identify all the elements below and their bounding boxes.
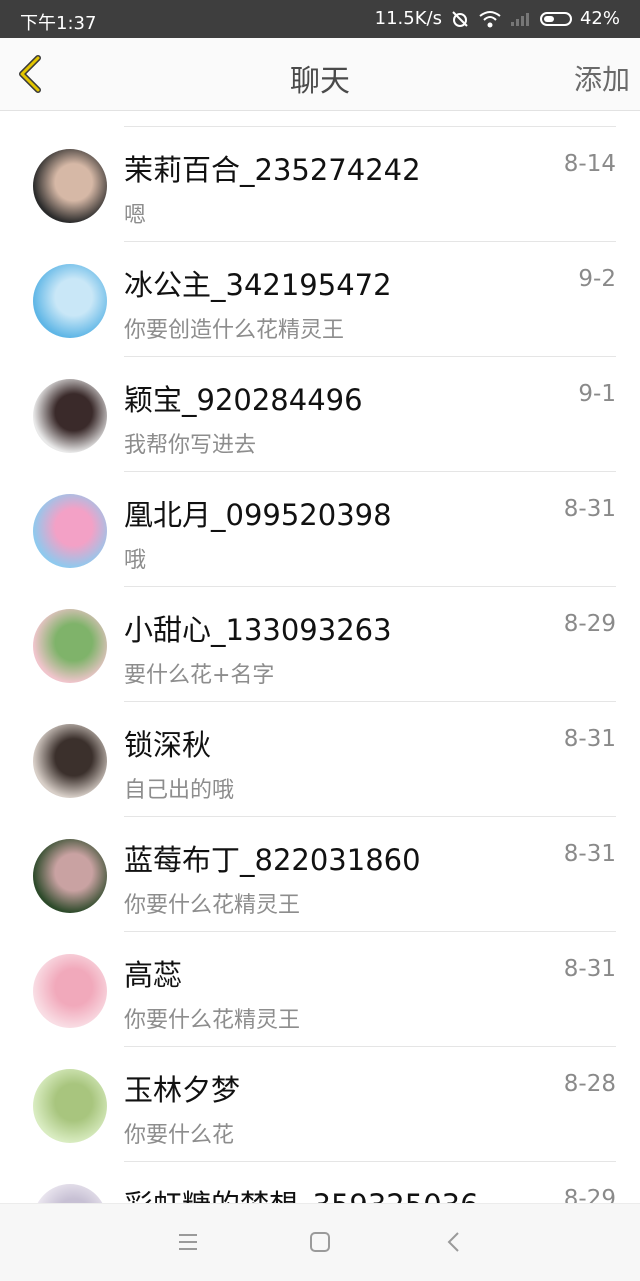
chat-list-item[interactable]: 蓝莓布丁_822031860 8-31 你要什么花精灵王	[0, 817, 640, 932]
avatar[interactable]	[33, 494, 107, 568]
chat-name: 彩虹糖的梦想_359325036	[124, 1182, 479, 1203]
navigation-bar	[0, 1203, 640, 1281]
chat-last-message: 你要什么花	[124, 1123, 235, 1148]
chat-list-item[interactable]: 玉林夕梦 8-28 你要什么花	[0, 1047, 640, 1162]
chat-name: 凰北月_099520398	[124, 498, 392, 532]
battery-icon	[539, 11, 572, 26]
chat-date: 9-2	[578, 266, 616, 292]
chat-date: 8-31	[563, 496, 616, 522]
chat-list-item[interactable]: 高蕊 8-31 你要什么花精灵王	[0, 932, 640, 1047]
chat-name: 锁深秋	[124, 728, 212, 762]
chat-date: 8-31	[563, 726, 616, 752]
avatar[interactable]	[33, 609, 107, 683]
chat-name: 玉林夕梦	[124, 1073, 241, 1107]
chat-last-message: 你要创造什么花精灵王	[124, 318, 345, 343]
chat-last-message: 要什么花+名字	[124, 663, 275, 688]
chat-list[interactable]: 茉莉百合_235274242 8-14 嗯冰公主_342195472 9-2 你要创造什…	[0, 111, 640, 1203]
battery-level	[543, 15, 554, 22]
chat-date: 8-29	[563, 611, 616, 637]
status-bar: 下午1:37 11.5K/s 42%	[0, 0, 640, 38]
status-time: 下午1:37	[20, 13, 97, 34]
battery-percent: 42%	[579, 8, 620, 29]
status-right: 11.5K/s 42%	[375, 8, 620, 29]
chat-list-item[interactable]: 茉莉百合_235274242 8-14 嗯	[0, 127, 640, 242]
wifi-icon	[478, 10, 502, 28]
chat-list-item[interactable]: 锁深秋 8-31 自己出的哦	[0, 702, 640, 817]
avatar[interactable]	[33, 1069, 107, 1143]
home-button[interactable]	[308, 1230, 332, 1254]
page-title: 聊天	[290, 64, 350, 99]
chat-list-item[interactable]: 冰公主_342195472 9-2 你要创造什么花精灵王	[0, 242, 640, 357]
menu-icon	[179, 1234, 197, 1250]
chat-list-item[interactable]: 凰北月_099520398 8-31 哦	[0, 472, 640, 587]
chat-date: 8-29	[563, 1186, 616, 1203]
chat-date: 9-1	[578, 381, 616, 407]
add-button[interactable]: 添加	[574, 58, 630, 98]
avatar[interactable]	[33, 379, 107, 453]
nav-back-icon	[447, 1232, 459, 1252]
chat-last-message: 你要什么花精灵王	[124, 1008, 301, 1033]
header-bar: 聊天 添加	[0, 38, 640, 111]
chat-name: 冰公主_342195472	[124, 268, 392, 302]
avatar[interactable]	[33, 954, 107, 1028]
chat-last-message: 你要什么花精灵王	[124, 893, 301, 918]
avatar[interactable]	[33, 149, 107, 223]
home-square-icon	[310, 1232, 330, 1252]
avatar[interactable]	[33, 724, 107, 798]
avatar[interactable]	[33, 264, 107, 338]
chat-last-message: 嗯	[124, 203, 147, 228]
alarm-off-icon	[450, 9, 470, 29]
chat-date: 8-31	[563, 956, 616, 982]
net-speed: 11.5K/s	[374, 8, 442, 29]
chat-date: 8-28	[563, 1071, 616, 1097]
chat-name: 小甜心_133093263	[124, 613, 392, 647]
avatar[interactable]	[33, 1184, 107, 1203]
chat-list-item[interactable]: 颖宝_920284496 9-1 我帮你写进去	[0, 357, 640, 472]
chat-date: 8-31	[563, 841, 616, 867]
signal-icon	[510, 11, 532, 27]
chat-last-message: 自己出的哦	[124, 778, 235, 803]
chat-list-inner: 茉莉百合_235274242 8-14 嗯冰公主_342195472 9-2 你要创造什…	[0, 127, 640, 1203]
chat-last-message: 我帮你写进去	[124, 433, 257, 458]
nav-back-button[interactable]	[442, 1230, 466, 1254]
chat-name: 茉莉百合_235274242	[124, 153, 421, 187]
menu-button[interactable]	[176, 1230, 200, 1254]
chat-date: 8-14	[563, 151, 616, 177]
chat-name: 颖宝_920284496	[124, 383, 363, 417]
chat-name: 蓝莓布丁_822031860	[124, 843, 421, 877]
avatar[interactable]	[33, 839, 107, 913]
chat-list-item[interactable]: 小甜心_133093263 8-29 要什么花+名字	[0, 587, 640, 702]
chat-last-message: 哦	[124, 548, 147, 573]
chat-name: 高蕊	[124, 958, 183, 992]
chat-list-item[interactable]: 彩虹糖的梦想_359325036 8-29	[0, 1162, 640, 1203]
